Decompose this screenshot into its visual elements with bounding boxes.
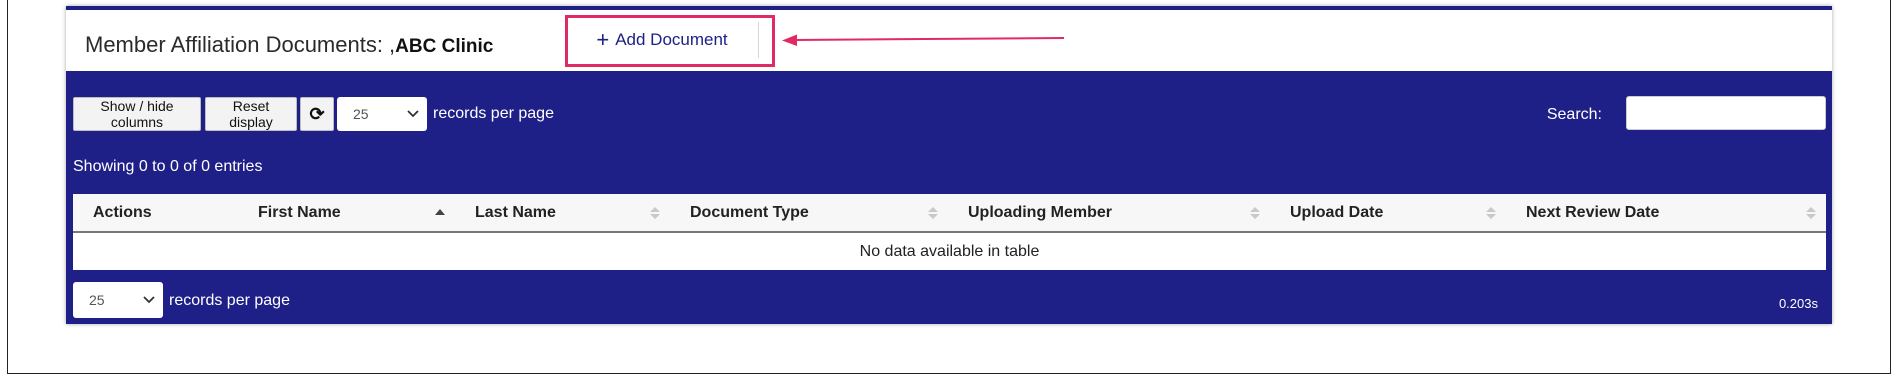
empty-table-row: No data available in table bbox=[73, 233, 1826, 270]
page-size-select-bottom[interactable]: 25 bbox=[73, 282, 163, 318]
column-label: Next Review Date bbox=[1526, 203, 1660, 221]
clinic-name: ABC Clinic bbox=[395, 36, 494, 57]
empty-table-message: No data available in table bbox=[859, 242, 1040, 260]
page-title-prefix: Member Affiliation Documents: , bbox=[85, 32, 396, 57]
table-info: Showing 0 to 0 of 0 entries bbox=[73, 158, 263, 175]
records-per-page-label-top: records per page bbox=[433, 105, 554, 122]
refresh-button[interactable]: ⟳ bbox=[300, 97, 334, 131]
column-label: First Name bbox=[258, 203, 341, 221]
sort-icon bbox=[1486, 206, 1496, 219]
page-size-value-bottom: 25 bbox=[89, 292, 105, 308]
column-header-uploading-member[interactable]: Uploading Member bbox=[948, 194, 1270, 231]
column-header-upload-date[interactable]: Upload Date bbox=[1270, 194, 1506, 231]
chevron-down-icon bbox=[407, 110, 419, 118]
column-label: Upload Date bbox=[1290, 203, 1384, 221]
data-table-wrapper: Show / hide columns Reset display ⟳ 25 r… bbox=[66, 71, 1832, 324]
column-header-document-type[interactable]: Document Type bbox=[670, 194, 948, 231]
annotation-highlight-box bbox=[565, 15, 775, 67]
table-header: Actions First Name Last Name Document Ty… bbox=[73, 194, 1826, 233]
column-label: Last Name bbox=[475, 203, 556, 221]
page-size-value-top: 25 bbox=[353, 106, 369, 122]
page-title: Member Affiliation Documents: ,ABC Clini… bbox=[85, 32, 493, 58]
column-header-last-name[interactable]: Last Name bbox=[455, 194, 670, 231]
sort-icon bbox=[1806, 206, 1816, 219]
search-input[interactable] bbox=[1626, 96, 1826, 130]
page-size-select-top[interactable]: 25 bbox=[337, 97, 427, 131]
column-header-first-name[interactable]: First Name bbox=[238, 194, 455, 231]
chevron-down-icon bbox=[143, 296, 155, 304]
sort-icon bbox=[1250, 206, 1260, 219]
column-header-next-review-date[interactable]: Next Review Date bbox=[1506, 194, 1826, 231]
load-time: 0.203s bbox=[1778, 296, 1818, 311]
records-per-page-label-bottom: records per page bbox=[169, 292, 290, 309]
sort-icon bbox=[928, 206, 938, 219]
reset-display-button[interactable]: Reset display bbox=[205, 97, 297, 131]
documents-panel: Member Affiliation Documents: ,ABC Clini… bbox=[66, 6, 1832, 324]
show-hide-columns-button[interactable]: Show / hide columns bbox=[73, 97, 201, 131]
column-label: Document Type bbox=[690, 203, 809, 221]
sort-icon bbox=[650, 206, 660, 219]
column-label: Uploading Member bbox=[968, 203, 1113, 221]
search-label: Search: bbox=[1546, 106, 1602, 123]
column-label: Actions bbox=[93, 203, 152, 221]
annotation-arrow-icon bbox=[782, 34, 1065, 46]
refresh-icon: ⟳ bbox=[309, 103, 325, 124]
sort-ascending-icon bbox=[435, 208, 445, 215]
column-header-actions[interactable]: Actions bbox=[73, 194, 238, 231]
